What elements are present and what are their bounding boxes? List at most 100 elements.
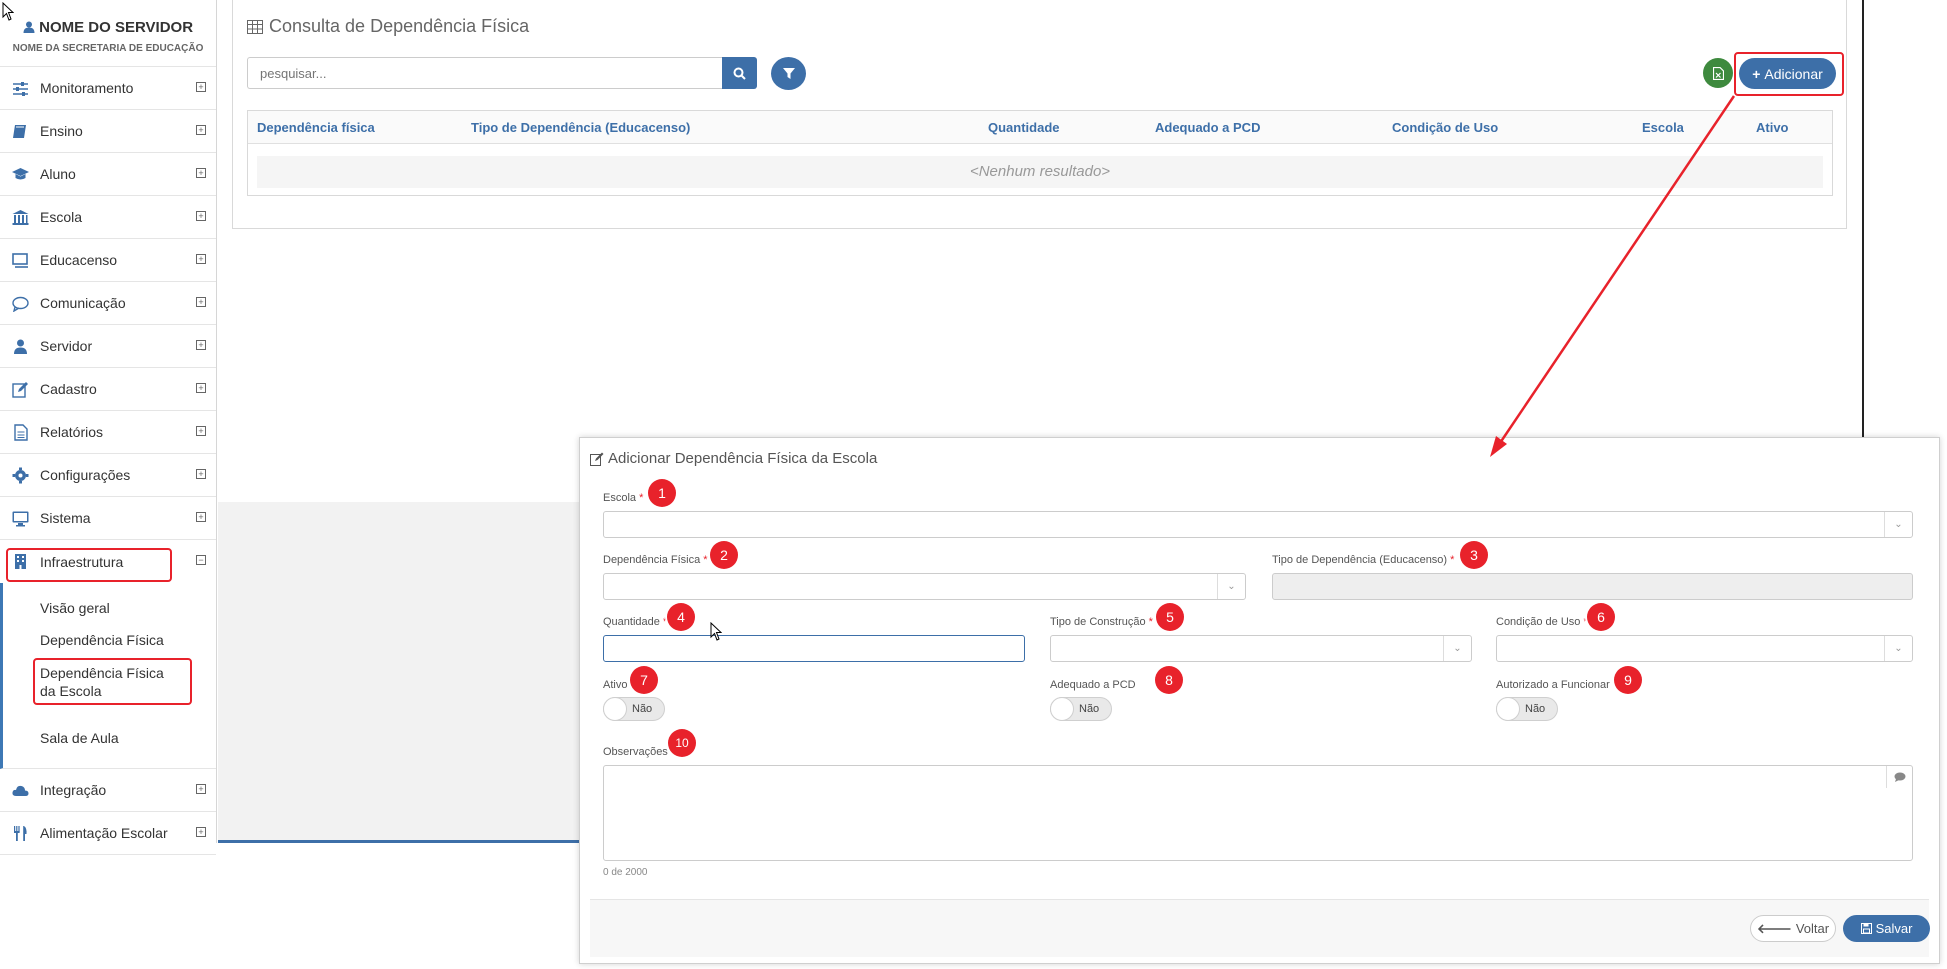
sidebar-item-ensino[interactable]: Ensino +	[0, 110, 216, 153]
autorizado-label: Autorizado a Funcionar	[1496, 679, 1610, 691]
sidebar-item-integracao[interactable]: Integração +	[0, 769, 216, 812]
search-bar	[247, 57, 757, 89]
quantidade-input[interactable]	[603, 635, 1025, 662]
dependencia-select[interactable]: ⌄	[603, 573, 1246, 600]
table-icon	[247, 19, 263, 34]
submenu-item[interactable]: Sala de Aula	[40, 729, 119, 747]
toggle-knob	[603, 697, 627, 721]
expand-icon[interactable]: +	[196, 340, 206, 350]
user-name-text: NOME DO SERVIDOR	[39, 19, 194, 36]
edit-icon	[10, 380, 30, 398]
highlight-infraestrutura	[6, 548, 172, 582]
expand-icon[interactable]: +	[196, 469, 206, 479]
column-header[interactable]: Tipo de Dependência (Educacenso)	[471, 120, 690, 135]
modal-title-text: Adicionar Dependência Física da Escola	[608, 450, 878, 467]
collapse-icon[interactable]: −	[196, 555, 206, 565]
expand-icon[interactable]: +	[196, 426, 206, 436]
comment-button[interactable]	[1886, 766, 1912, 788]
sidebar-item-label: Aluno	[40, 166, 76, 182]
ativo-label: Ativo	[603, 679, 628, 691]
user-icon	[23, 21, 35, 33]
export-excel-button[interactable]	[1703, 58, 1733, 88]
sidebar-item-configuracoes[interactable]: Configurações +	[0, 454, 216, 497]
sidebar-item-label: Alimentação Escolar	[40, 825, 168, 841]
expand-icon[interactable]: +	[196, 254, 206, 264]
expand-icon[interactable]: +	[196, 784, 206, 794]
sidebar-item-aluno[interactable]: Aluno +	[0, 153, 216, 196]
expand-icon[interactable]: +	[196, 211, 206, 221]
file-text-icon	[10, 423, 30, 441]
sidebar-item-escola[interactable]: Escola +	[0, 196, 216, 239]
ativo-toggle[interactable]: Não	[603, 697, 665, 721]
step-badge: 1	[648, 479, 676, 507]
screen: NOME DO SERVIDOR NOME DA SECRETARIA DE E…	[0, 0, 1947, 969]
expand-icon[interactable]: +	[196, 297, 206, 307]
dependencia-label-text: Dependência Física	[603, 554, 701, 566]
toggle-knob	[1050, 697, 1074, 721]
cutlery-icon	[10, 824, 30, 842]
arrow-left-icon: 🡐	[1756, 920, 1792, 936]
sidebar-item-label: Comunicação	[40, 295, 126, 311]
autorizado-toggle[interactable]: Não	[1496, 697, 1558, 721]
adequado-pcd-toggle[interactable]: Não	[1050, 697, 1112, 721]
tipo-construcao-label-text: Tipo de Construção	[1050, 616, 1146, 628]
sidebar-item-comunicacao[interactable]: Comunicação +	[0, 282, 216, 325]
desktop-icon	[10, 509, 30, 527]
content-bottom-bar	[218, 840, 580, 843]
column-header[interactable]: Condição de Uso	[1392, 120, 1498, 135]
expand-icon[interactable]: +	[196, 512, 206, 522]
cloud-icon	[10, 781, 30, 799]
file-excel-icon	[1712, 66, 1724, 80]
comment-icon	[1894, 772, 1905, 782]
filter-button[interactable]	[771, 57, 806, 90]
escola-select[interactable]: ⌄	[603, 511, 1913, 538]
expand-icon[interactable]: +	[196, 82, 206, 92]
expand-icon[interactable]: +	[196, 125, 206, 135]
tipo-construcao-select[interactable]: ⌄	[1050, 635, 1472, 662]
condicao-uso-select[interactable]: ⌄	[1496, 635, 1913, 662]
observacoes-label: Observações	[603, 746, 668, 758]
required-mark: *	[1148, 616, 1153, 628]
sidebar-item-monitoramento[interactable]: Monitoramento +	[0, 67, 216, 110]
sidebar-item-educacenso[interactable]: Educacenso +	[0, 239, 216, 282]
sidebar-item-label: Configurações	[40, 467, 131, 483]
tipo-dependencia-label: Tipo de Dependência (Educacenso) *	[1272, 554, 1454, 566]
char-counter: 0 de 2000	[603, 867, 648, 878]
submenu-item[interactable]: Dependência Física	[40, 631, 164, 649]
column-header[interactable]: Quantidade	[988, 120, 1060, 135]
user-icon	[10, 337, 30, 355]
column-header[interactable]: Adequado a PCD	[1155, 120, 1260, 135]
save-button[interactable]: Salvar	[1843, 915, 1930, 942]
condicao-uso-label-text: Condição de Uso	[1496, 616, 1581, 628]
step-badge: 5	[1156, 603, 1184, 631]
floppy-icon	[1860, 923, 1872, 934]
step-badge: 6	[1587, 603, 1615, 631]
chevron-down-icon: ⌄	[1884, 636, 1912, 661]
sidebar-item-alimentacao-escolar[interactable]: Alimentação Escolar +	[0, 812, 216, 855]
toggle-state: Não	[1079, 703, 1100, 715]
expand-icon[interactable]: +	[196, 168, 206, 178]
sidebar-item-label: Cadastro	[40, 381, 97, 397]
window-border	[1862, 0, 1864, 437]
nav-list: Monitoramento + Ensino + Aluno + Escola + Educac…	[0, 67, 216, 855]
sidebar: NOME DO SERVIDOR NOME DA SECRETARIA DE E…	[0, 0, 217, 855]
search-button[interactable]	[722, 57, 757, 89]
step-badge: 8	[1155, 666, 1183, 694]
back-button[interactable]: 🡐 Voltar	[1750, 915, 1836, 942]
adequado-pcd-label: Adequado a PCD	[1050, 679, 1136, 691]
expand-icon[interactable]: +	[196, 827, 206, 837]
sidebar-item-servidor[interactable]: Servidor +	[0, 325, 216, 368]
expand-icon[interactable]: +	[196, 383, 206, 393]
submenu-item[interactable]: Visão geral	[40, 599, 110, 617]
sidebar-item-cadastro[interactable]: Cadastro +	[0, 368, 216, 411]
column-header[interactable]: Dependência física	[257, 120, 375, 135]
sidebar-item-relatorios[interactable]: Relatórios +	[0, 411, 216, 454]
observacoes-textarea[interactable]	[603, 765, 1913, 861]
search-input[interactable]	[247, 57, 722, 89]
sidebar-item-sistema[interactable]: Sistema +	[0, 497, 216, 540]
column-header[interactable]: Escola	[1642, 120, 1684, 135]
toggle-knob	[1496, 697, 1520, 721]
consulta-panel: Consulta de Dependência Física + Adicion…	[232, 0, 1847, 229]
condicao-uso-label: Condição de Uso *	[1496, 616, 1588, 628]
column-header[interactable]: Ativo	[1756, 120, 1789, 135]
